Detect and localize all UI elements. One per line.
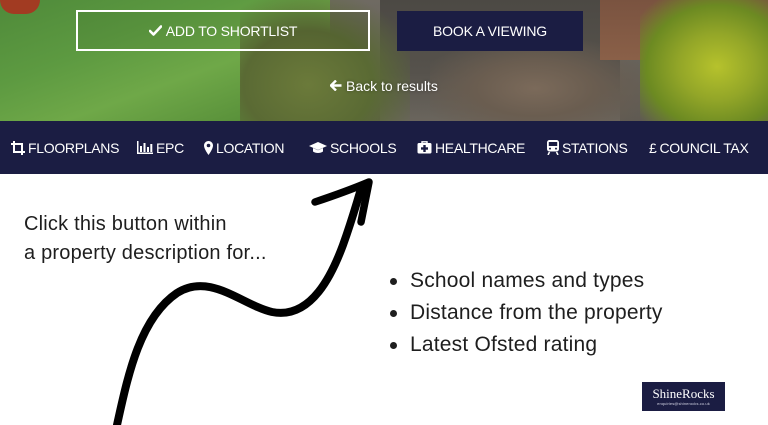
map-marker-icon	[204, 140, 213, 155]
nav-item-healthcare[interactable]: HEALTHCARE	[417, 121, 525, 174]
property-details-nav: FLOORPLANS EPC LOCATION SCHOOLS HEALTHCA…	[0, 121, 768, 174]
nav-item-label: EPC	[156, 139, 184, 156]
intro-line: Click this button within	[24, 213, 227, 235]
yellow-bush-area	[640, 0, 768, 121]
nav-item-label: SCHOOLS	[330, 139, 397, 156]
nav-item-label: FLOORPLANS	[28, 139, 120, 156]
nav-item-label: COUNCIL TAX	[659, 139, 749, 156]
bar-chart-icon	[137, 141, 153, 154]
book-a-viewing-label: BOOK A VIEWING	[433, 23, 547, 39]
nav-item-stations[interactable]: STATIONS	[547, 121, 628, 174]
check-icon	[148, 23, 163, 39]
shinerocks-logo: ShineRocks enquiries@shinerocks.co.uk	[642, 382, 725, 411]
bullet-icon	[390, 277, 397, 285]
list-item: School names and types	[390, 265, 750, 297]
intro-line: a property description for...	[24, 242, 267, 264]
bullet-icon	[390, 309, 397, 317]
list-item-text: Distance from the property	[410, 301, 663, 324]
list-item-text: Latest Ofsted rating	[410, 333, 598, 356]
back-to-results-label: Back to results	[346, 78, 438, 94]
medical-kit-icon	[417, 141, 432, 154]
bullet-icon	[390, 341, 397, 349]
add-to-shortlist-label: ADD TO SHORTLIST	[165, 22, 298, 39]
add-to-shortlist-button[interactable]: ADD TO SHORTLIST	[76, 10, 370, 51]
pound-icon: £	[649, 139, 657, 156]
list-item-text: School names and types	[410, 269, 645, 292]
nav-item-schools[interactable]: SCHOOLS	[309, 121, 397, 174]
logo-name: ShineRocks	[652, 386, 715, 401]
list-item: Latest Ofsted rating	[390, 329, 750, 361]
nav-item-epc[interactable]: EPC	[137, 121, 184, 174]
list-item: Distance from the property	[390, 297, 750, 329]
nav-item-label: HEALTHCARE	[435, 139, 526, 156]
nav-item-label: LOCATION	[216, 139, 285, 156]
nav-item-floorplans[interactable]: FLOORPLANS	[11, 121, 119, 174]
book-a-viewing-button[interactable]: BOOK A VIEWING	[397, 11, 583, 51]
back-to-results-link[interactable]: Back to results	[329, 76, 438, 96]
train-icon	[547, 140, 559, 155]
graduation-cap-icon	[309, 141, 327, 154]
nav-item-label: STATIONS	[562, 139, 628, 156]
nav-item-council-tax[interactable]: £ COUNCIL TAX	[649, 121, 749, 174]
nav-item-location[interactable]: LOCATION	[204, 121, 284, 174]
feature-list: School names and types Distance from the…	[390, 265, 750, 361]
crop-icon	[11, 140, 25, 155]
intro-text: Click this button within a property desc…	[24, 210, 344, 268]
logo-email: enquiries@shinerocks.co.uk	[657, 401, 710, 406]
arrow-left-icon	[329, 78, 342, 94]
